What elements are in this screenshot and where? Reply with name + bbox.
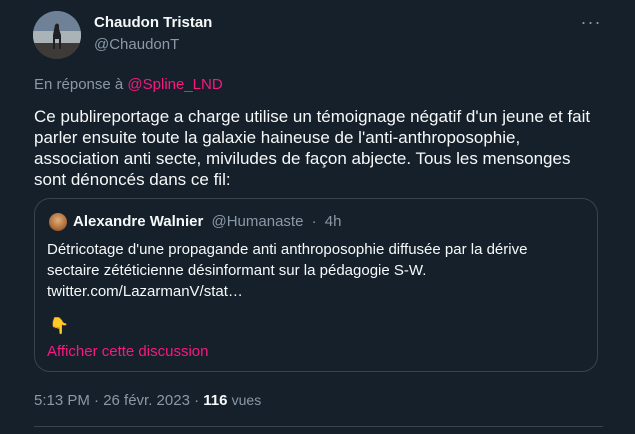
- reply-mention-link[interactable]: @Spline_LND: [127, 76, 222, 93]
- author-handle[interactable]: @ChaudonT: [94, 36, 179, 53]
- more-options-icon[interactable]: ···: [579, 12, 603, 32]
- quoted-link[interactable]: twitter.com/LazarmanV/stat…: [47, 281, 567, 302]
- tweet-text: Ce publireportage a charge utilise un té…: [34, 107, 591, 189]
- divider: [34, 426, 603, 427]
- show-thread-link[interactable]: Afficher cette discussion: [47, 343, 208, 360]
- quoted-author-name: Alexandre Walnier: [73, 213, 204, 230]
- author-name[interactable]: Chaudon Tristan: [94, 14, 212, 31]
- tweet-timestamp[interactable]: 5:13 PM · 26 févr. 2023 ·: [34, 392, 199, 409]
- view-label: vues: [231, 392, 262, 408]
- quoted-separator: ·: [311, 213, 317, 230]
- quoted-author-avatar: [49, 213, 67, 231]
- quoted-text-line: sectaire zététicienne désinformant sur l…: [47, 262, 427, 279]
- author-avatar[interactable]: [33, 11, 81, 59]
- reply-prefix: En réponse à: [34, 76, 124, 93]
- tweet-footer: 5:13 PM · 26 févr. 2023 · 116 vues: [34, 392, 261, 409]
- avatar-image: [33, 11, 81, 59]
- quoted-author-handle: @Humanaste: [211, 213, 304, 230]
- quoted-tweet-header: Alexandre Walnier @Humanaste · 4h: [73, 213, 341, 230]
- reply-context: En réponse à @Spline_LND: [34, 76, 223, 93]
- view-count: 116: [203, 392, 228, 409]
- quoted-tweet-text: Détricotage d'une propagande anti anthro…: [47, 239, 567, 302]
- quoted-time: 4h: [324, 213, 342, 230]
- pointing-down-emoji-icon: 👇: [49, 318, 69, 335]
- quoted-text-line: Détricotage d'une propagande anti anthro…: [47, 241, 528, 258]
- quoted-tweet[interactable]: Alexandre Walnier @Humanaste · 4h Détric…: [34, 198, 598, 372]
